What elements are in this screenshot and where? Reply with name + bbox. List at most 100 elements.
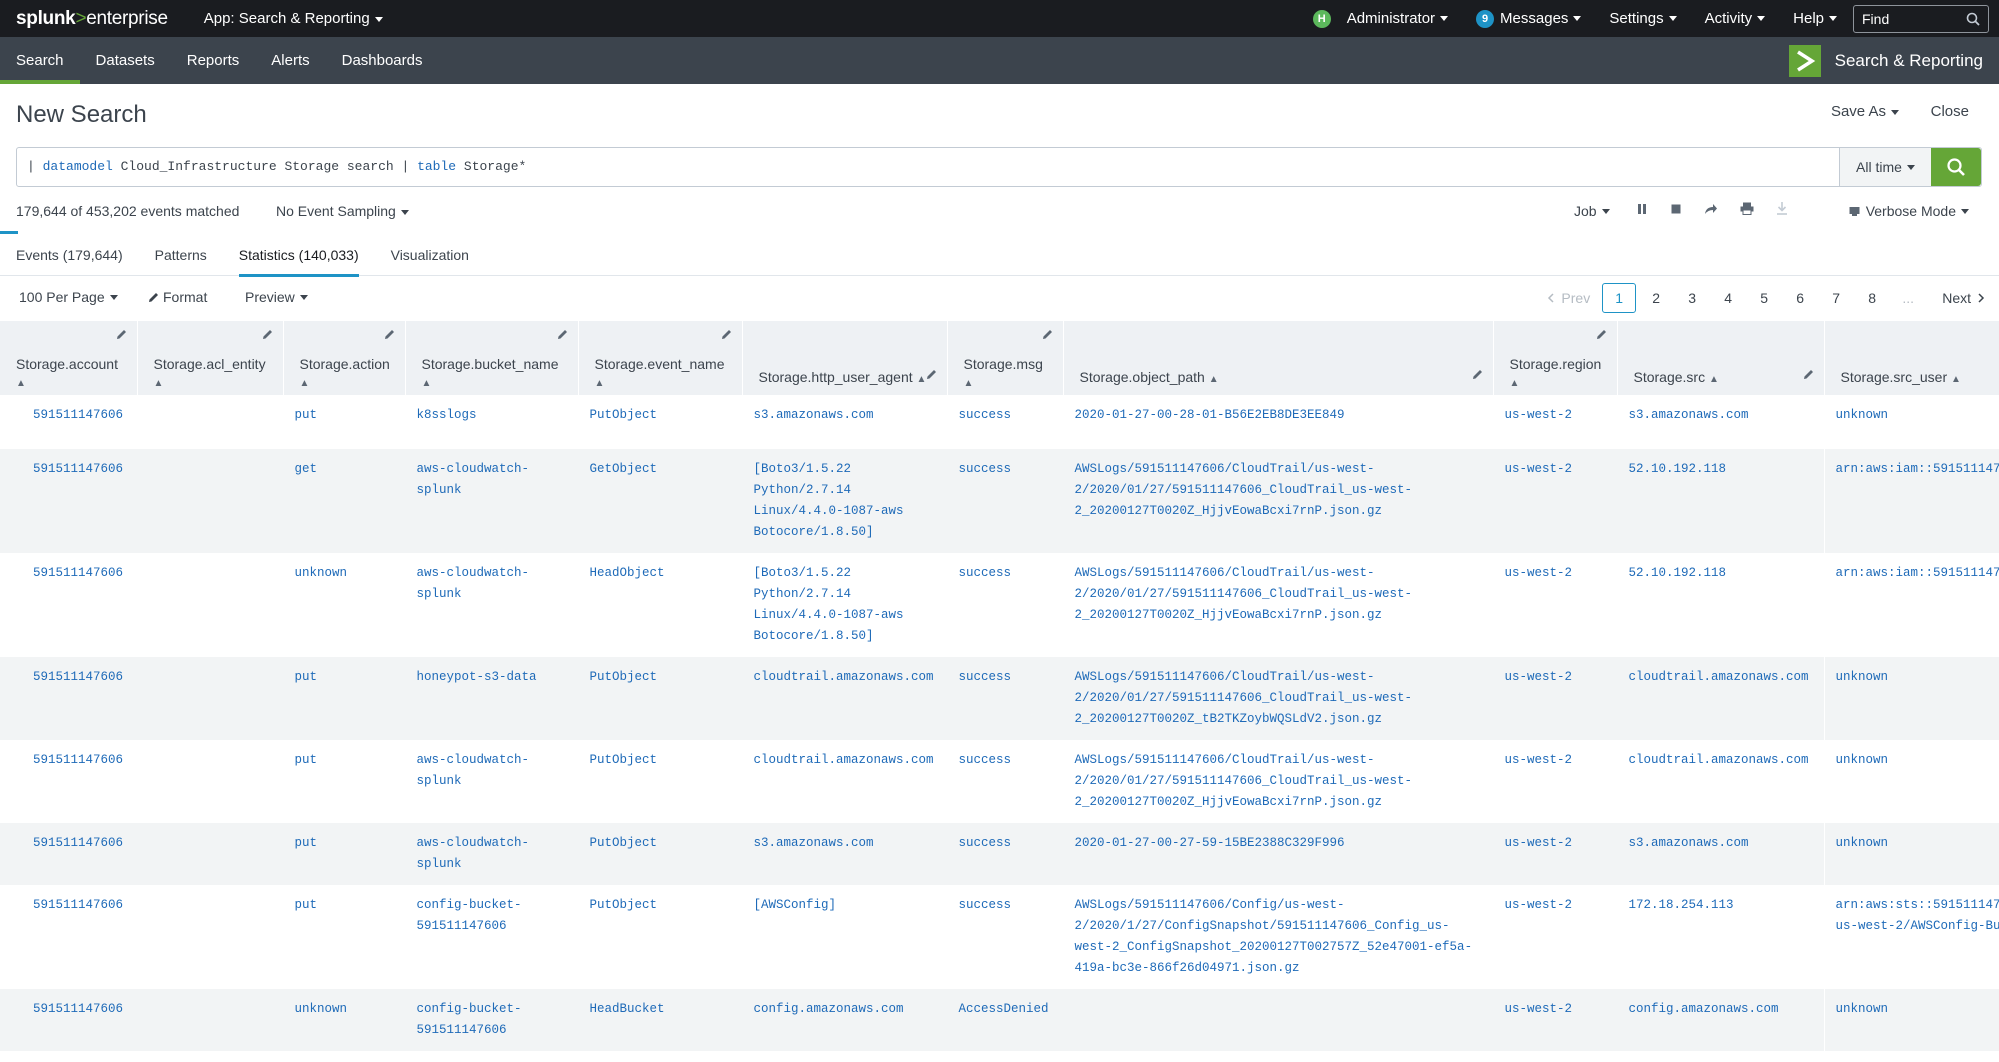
table-cell[interactable]: 591511147606 — [0, 395, 137, 449]
nav-alerts[interactable]: Alerts — [271, 37, 309, 84]
edit-column-icon[interactable] — [1472, 367, 1483, 383]
page-5[interactable]: 5 — [1748, 283, 1780, 313]
table-cell[interactable]: us-west-2 — [1493, 823, 1617, 885]
table-row[interactable]: 591511147606 put k8sslogs PutObject s3.amazo… — [0, 395, 1999, 449]
page-3[interactable]: 3 — [1676, 283, 1708, 313]
table-cell[interactable]: success — [947, 885, 1063, 989]
sort-icon[interactable]: ▲ — [154, 378, 271, 389]
splunk-logo[interactable]: splunk>enterprise — [16, 8, 168, 30]
table-cell[interactable]: [AWSConfig] — [742, 885, 947, 989]
table-cell[interactable]: AWSLogs/591511147606/CloudTrail/us-west-… — [1063, 553, 1493, 657]
column-header[interactable]: Storage.event_name ▲ — [578, 321, 743, 395]
page-8[interactable]: 8 — [1856, 283, 1888, 313]
column-header[interactable]: Storage.msg ▲ — [947, 321, 1064, 395]
table-cell[interactable]: cloudtrail.amazonaws.com — [742, 740, 947, 823]
table-cell[interactable]: 52.10.192.118 — [1617, 553, 1824, 657]
table-cell[interactable]: get — [283, 449, 405, 553]
table-cell[interactable]: unknown — [1824, 740, 1999, 823]
table-row[interactable]: 591511147606unknownconfig-bucket- 591511… — [0, 989, 1999, 1051]
sort-icon[interactable]: ▲ — [1709, 374, 1719, 385]
table-cell[interactable]: success — [947, 740, 1063, 823]
nav-search[interactable]: Search — [0, 37, 79, 84]
settings-menu[interactable]: Settings — [1609, 10, 1677, 27]
nav-datasets[interactable]: Datasets — [96, 37, 155, 84]
table-cell[interactable]: success — [947, 657, 1063, 740]
edit-column-icon[interactable] — [926, 367, 937, 383]
column-header[interactable]: Storage.action ▲ — [283, 321, 406, 395]
edit-column-icon[interactable] — [384, 327, 395, 343]
table-cell[interactable]: HeadBucket — [578, 989, 742, 1051]
table-cell[interactable]: s3.amazonaws.com — [1617, 395, 1824, 449]
tab-patterns[interactable]: Patterns — [155, 234, 207, 276]
page-1[interactable]: 1 — [1602, 283, 1637, 313]
table-cell[interactable] — [137, 823, 283, 885]
tab-events[interactable]: Events (179,644) — [16, 234, 123, 276]
table-cell[interactable]: 2020-01-27-00-27-59-15BE2388C329F996 — [1063, 823, 1493, 885]
table-cell[interactable]: aws-cloudwatch- splunk — [405, 553, 578, 657]
page-4[interactable]: 4 — [1712, 283, 1744, 313]
table-cell[interactable]: success — [947, 395, 1063, 449]
table-cell[interactable]: cloudtrail.amazonaws.com — [1617, 657, 1824, 740]
table-cell[interactable]: PutObject — [578, 395, 742, 449]
page-7[interactable]: 7 — [1820, 283, 1852, 313]
table-cell[interactable]: 2020-01-27-00-28-01-B56E2EB8DE3EE849 — [1063, 395, 1493, 449]
edit-column-icon[interactable] — [1042, 327, 1053, 343]
table-cell[interactable]: config.amazonaws.com — [1617, 1051, 1824, 1062]
table-cell[interactable]: arn:aws:iam::591511147 — [1824, 553, 1999, 657]
table-cell[interactable] — [1063, 1051, 1493, 1062]
table-cell[interactable]: [Boto3/1.5.22 Python/2.7.14 Linux/4.4.0-… — [742, 553, 947, 657]
page-6[interactable]: 6 — [1784, 283, 1816, 313]
table-cell[interactable]: HeadBucket — [578, 1051, 742, 1062]
column-header[interactable]: Storage.acl_entity ▲ — [137, 321, 284, 395]
edit-column-icon[interactable] — [1596, 327, 1607, 343]
sort-icon[interactable]: ▲ — [422, 378, 566, 389]
tab-visualization[interactable]: Visualization — [391, 234, 469, 276]
table-cell[interactable]: us-west-2 — [1493, 989, 1617, 1051]
tab-statistics[interactable]: Statistics (140,033) — [238, 234, 359, 277]
sort-icon[interactable]: ▲ — [964, 378, 1051, 389]
table-cell[interactable] — [137, 885, 283, 989]
table-cell[interactable]: HeadObject — [578, 553, 742, 657]
table-cell[interactable]: AWSLogs/591511147606/CloudTrail/us-west-… — [1063, 449, 1493, 553]
table-cell[interactable]: 172.18.254.113 — [1617, 885, 1824, 989]
table-cell[interactable]: unknown — [1824, 395, 1999, 449]
search-button[interactable] — [1931, 148, 1981, 186]
column-header[interactable]: Storage.src_user ▲ — [1824, 321, 1999, 395]
table-cell[interactable]: arn:aws:sts::591511147 us-west-2/AWSConf… — [1824, 885, 1999, 989]
table-cell[interactable]: unknown — [1824, 989, 1999, 1051]
column-header[interactable]: Storage.account ▲ — [0, 321, 138, 395]
table-cell[interactable]: aws-cloudwatch- splunk — [405, 449, 578, 553]
table-row[interactable]: 591511147606 put honeypot-s3-data PutObject… — [0, 657, 1999, 740]
table-cell[interactable]: put — [283, 740, 405, 823]
sort-icon[interactable]: ▲ — [595, 378, 730, 389]
table-cell[interactable] — [137, 1051, 283, 1062]
export-icon[interactable] — [1776, 202, 1788, 215]
print-icon[interactable] — [1740, 202, 1754, 215]
column-header[interactable]: Storage.bucket_name ▲ — [405, 321, 579, 395]
time-range-picker[interactable]: All time — [1839, 148, 1931, 186]
edit-column-icon[interactable] — [557, 327, 568, 343]
stop-icon[interactable] — [1670, 203, 1682, 215]
table-cell[interactable]: [Boto3/1.5.22 Python/2.7.14 Linux/4.4.0-… — [742, 449, 947, 553]
table-cell[interactable]: us-west-2 — [1493, 553, 1617, 657]
table-cell[interactable]: unknown — [283, 989, 405, 1051]
per-page-menu[interactable]: 100 Per Page — [19, 289, 118, 305]
pause-icon[interactable] — [1636, 203, 1648, 215]
table-cell[interactable]: put — [283, 823, 405, 885]
table-cell[interactable]: AWSLogs/591511147606/CloudTrail/us-west-… — [1063, 657, 1493, 740]
edit-column-icon[interactable] — [262, 327, 273, 343]
table-cell[interactable]: unknown — [283, 1051, 405, 1062]
table-cell[interactable]: cloudtrail.amazonaws.com — [1617, 740, 1824, 823]
table-cell[interactable] — [137, 657, 283, 740]
table-cell[interactable]: AccessDenied — [947, 1051, 1063, 1062]
table-cell[interactable] — [137, 553, 283, 657]
table-cell[interactable]: success — [947, 449, 1063, 553]
table-cell[interactable]: 591511147606 — [0, 885, 137, 989]
table-cell[interactable]: us-west-2 — [1493, 885, 1617, 989]
table-cell[interactable]: cloudtrail.amazonaws.com — [742, 657, 947, 740]
table-cell[interactable]: us-west-2 — [1493, 395, 1617, 449]
sort-icon[interactable]: ▲ — [1510, 378, 1605, 389]
table-cell[interactable]: s3.amazonaws.com — [742, 823, 947, 885]
table-cell[interactable]: us-west-2 — [1493, 449, 1617, 553]
table-row[interactable]: 591511147606unknownconfig-bucket- 591511… — [0, 1051, 1999, 1062]
